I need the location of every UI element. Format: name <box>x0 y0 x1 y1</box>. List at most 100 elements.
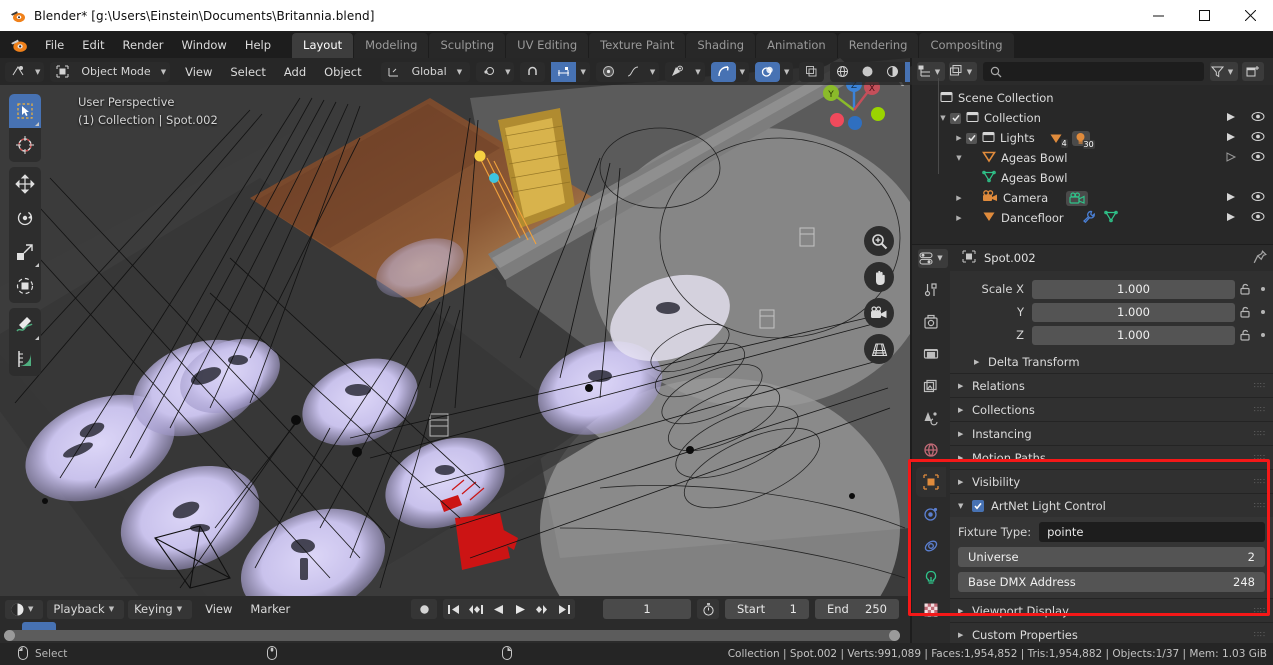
timeline-menu-marker[interactable]: Marker <box>241 602 299 616</box>
menu-window[interactable]: Window <box>172 35 235 55</box>
section-motion-paths[interactable]: ▶ Motion Paths ∷∷ <box>950 445 1273 469</box>
scale-y-animate-icon[interactable] <box>1261 310 1265 314</box>
new-collection-icon[interactable] <box>1242 62 1264 81</box>
section-delta-transform[interactable]: ▶ Delta Transform <box>950 351 1273 373</box>
close-icon[interactable] <box>1227 0 1273 31</box>
section-artnet-light-control[interactable]: ▼ ArtNet Light Control ∷∷ <box>950 493 1273 517</box>
pin-icon[interactable] <box>1253 249 1267 267</box>
object-visibility-icon[interactable] <box>665 62 691 82</box>
section-relations[interactable]: ▶ Relations ∷∷ <box>950 373 1273 397</box>
pan-hand-icon[interactable] <box>864 262 894 292</box>
render-visibility-icon[interactable] <box>1225 211 1237 226</box>
falloff-curve-icon[interactable] <box>621 62 646 82</box>
output-tab[interactable] <box>916 339 946 369</box>
world-tab[interactable] <box>916 435 946 465</box>
play-icon[interactable] <box>509 599 531 619</box>
outliner-scene-filter-icon[interactable]: ▼ <box>949 62 977 81</box>
tab-rendering[interactable]: Rendering <box>837 33 919 58</box>
drag-grip-icon[interactable]: ∷∷ <box>1254 405 1266 413</box>
measure-tool[interactable] <box>9 342 41 376</box>
scale-x-lock-icon[interactable] <box>1235 283 1255 295</box>
tab-animation[interactable]: Animation <box>756 33 837 58</box>
use-preview-range-icon[interactable] <box>697 599 719 619</box>
scale-tool[interactable] <box>9 235 41 269</box>
interaction-mode-selector[interactable]: Object Mode ▼ <box>50 61 171 82</box>
tab-sculpting[interactable]: Sculpting <box>429 33 506 58</box>
scene-tab[interactable] <box>916 403 946 433</box>
tab-shading[interactable]: Shading <box>686 33 756 58</box>
next-keyframe-icon[interactable] <box>531 599 553 619</box>
disclosure-triangle[interactable]: ▼ <box>936 114 950 122</box>
move-tool[interactable] <box>9 167 41 201</box>
viewport-shading-selector[interactable]: ▼ <box>830 61 910 82</box>
tweak-select-box-tool[interactable] <box>9 94 41 128</box>
blender-logo-icon[interactable] <box>10 36 28 54</box>
minimize-icon[interactable] <box>1135 0 1181 31</box>
previous-keyframe-icon[interactable] <box>465 599 487 619</box>
fixture-type-input[interactable]: pointe <box>1039 522 1265 542</box>
outliner-row-camera[interactable]: ▶ Camera <box>912 188 1273 208</box>
keying-menu[interactable]: Keying ▼ <box>128 599 193 619</box>
menu-file[interactable]: File <box>36 35 73 55</box>
drag-grip-icon[interactable]: ∷∷ <box>1254 381 1266 389</box>
outliner-row-lights[interactable]: ▶ Lights 4 30 <box>912 128 1273 149</box>
maximize-icon[interactable] <box>1181 0 1227 31</box>
scale-z-field[interactable]: 1.000 <box>1032 325 1235 345</box>
tab-uv-editing[interactable]: UV Editing <box>506 33 589 58</box>
object-data-tab[interactable] <box>916 563 946 593</box>
play-reverse-icon[interactable] <box>487 599 509 619</box>
drag-grip-icon[interactable]: ∷∷ <box>1254 606 1266 614</box>
section-visibility[interactable]: ▶ Visibility ∷∷ <box>950 469 1273 493</box>
outliner-row-dancefloor[interactable]: ▶ Dancefloor <box>912 208 1273 228</box>
outliner-row-scene-collection[interactable]: Scene Collection <box>912 88 1273 108</box>
eye-visibility-icon[interactable] <box>1251 131 1265 145</box>
shading-rendered-icon[interactable] <box>905 61 910 82</box>
scale-x-animate-icon[interactable] <box>1261 287 1265 291</box>
section-viewport-display[interactable]: ▶ Viewport Display ∷∷ <box>950 598 1273 622</box>
shading-solid-icon[interactable] <box>855 62 880 82</box>
base-dmx-address-field[interactable]: Base DMX Address 248 <box>958 572 1265 592</box>
render-visibility-icon[interactable] <box>1225 131 1237 146</box>
3d-viewport[interactable]: ▼ Object Mode ▼ View Select Add Object G… <box>0 58 910 596</box>
scale-z-animate-icon[interactable] <box>1261 333 1265 337</box>
end-frame-field[interactable]: End 250 <box>815 599 899 619</box>
modifiers-tab[interactable] <box>916 499 946 529</box>
viewport-menu-add[interactable]: Add <box>275 65 315 79</box>
proportional-editing-selector[interactable]: ▼ <box>595 61 660 82</box>
viewport-menu-view[interactable]: View <box>176 65 221 79</box>
scale-z-lock-icon[interactable] <box>1235 329 1255 341</box>
drag-grip-icon[interactable]: ∷∷ <box>1254 477 1266 485</box>
proportional-edit-icon[interactable] <box>596 62 621 82</box>
collection-checkbox[interactable] <box>950 112 961 124</box>
tab-compositing[interactable]: Compositing <box>919 33 1014 58</box>
show-gizmo-icon[interactable] <box>710 61 736 82</box>
section-collections[interactable]: ▶ Collections ∷∷ <box>950 397 1273 421</box>
toggle-perspective-icon[interactable] <box>864 334 894 364</box>
disclosure-triangle[interactable]: ▶ <box>952 214 966 222</box>
section-instancing[interactable]: ▶ Instancing ∷∷ <box>950 421 1273 445</box>
transform-tool[interactable] <box>9 269 41 303</box>
snap-magnet-icon[interactable] <box>520 61 546 82</box>
snap-increment-icon[interactable] <box>551 61 577 82</box>
rotate-tool[interactable] <box>9 201 41 235</box>
render-visibility-icon[interactable] <box>1225 111 1237 126</box>
menu-help[interactable]: Help <box>236 35 280 55</box>
outliner-row-ageas-bowl-object[interactable]: ▼ Ageas Bowl <box>912 148 1273 168</box>
outliner-display-mode-icon[interactable]: ▼ <box>917 62 945 81</box>
tab-texture-paint[interactable]: Texture Paint <box>589 33 686 58</box>
record-icon[interactable] <box>411 599 437 619</box>
tab-modeling[interactable]: Modeling <box>354 33 429 58</box>
drag-grip-icon[interactable]: ∷∷ <box>1254 630 1266 638</box>
texture-tab[interactable] <box>916 595 946 625</box>
scale-x-field[interactable]: 1.000 <box>1032 279 1235 299</box>
universe-field[interactable]: Universe 2 <box>958 547 1265 567</box>
search-input[interactable] <box>983 62 1204 81</box>
camera-view-icon[interactable] <box>864 298 894 328</box>
show-gizmo-toggle[interactable]: ▼ <box>710 61 750 82</box>
menu-render[interactable]: Render <box>114 35 173 55</box>
eye-visibility-icon[interactable] <box>1251 191 1265 205</box>
timeline-editor-icon[interactable]: ▼ <box>5 599 44 619</box>
3d-viewport-render[interactable] <box>0 58 910 596</box>
jump-to-start-icon[interactable] <box>443 599 465 619</box>
eye-visibility-icon[interactable] <box>1251 111 1265 125</box>
